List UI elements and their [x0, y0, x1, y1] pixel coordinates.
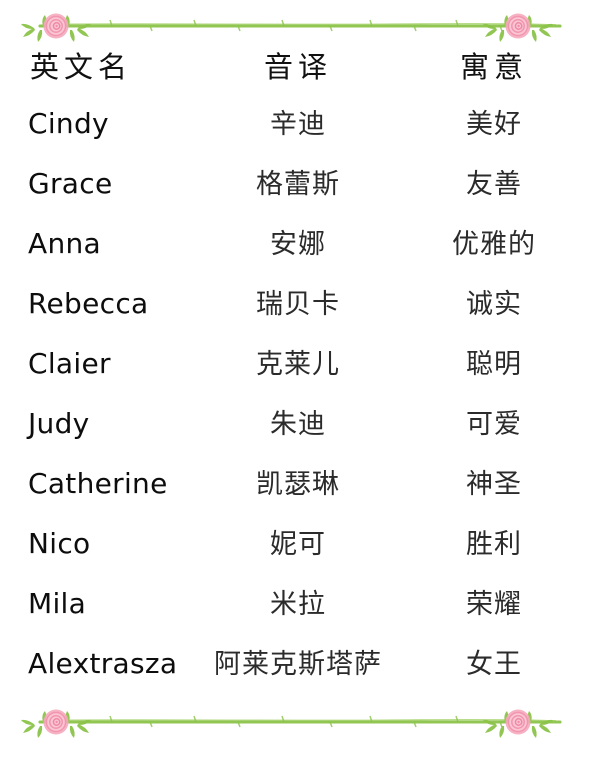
rose-ornament-right — [482, 710, 554, 739]
cell-english-name: Anna — [0, 227, 200, 260]
rose-ornament-left — [20, 14, 92, 43]
cell-transliteration: 凯瑟琳 — [200, 462, 396, 501]
cell-transliteration: 阿莱克斯塔萨 — [200, 642, 396, 681]
table-row: Mila 米拉 荣耀 — [0, 582, 600, 642]
table-row: Rebecca 瑞贝卡 诚实 — [0, 282, 600, 342]
table-row: Alextrasza 阿莱克斯塔萨 女王 — [0, 642, 600, 702]
column-header-meaning: 寓意 — [396, 44, 600, 86]
table-row: Anna 安娜 优雅的 — [0, 222, 600, 282]
cell-english-name: Alextrasza — [0, 647, 200, 680]
cell-transliteration: 克莱儿 — [200, 342, 396, 381]
cell-english-name: Catherine — [0, 467, 200, 500]
cell-transliteration: 米拉 — [200, 582, 396, 621]
column-header-transliteration: 音译 — [200, 44, 396, 86]
cell-meaning: 女王 — [396, 642, 600, 681]
cell-transliteration: 瑞贝卡 — [200, 282, 396, 321]
page: 英文名 音译 寓意 Cindy 辛迪 美好 Grace 格蕾斯 友善 Anna … — [0, 0, 600, 757]
cell-english-name: Claier — [0, 347, 200, 380]
table-header-row: 英文名 音译 寓意 — [0, 44, 600, 102]
table-row: Nico 妮可 胜利 — [0, 522, 600, 582]
cell-english-name: Judy — [0, 407, 200, 440]
names-table: 英文名 音译 寓意 Cindy 辛迪 美好 Grace 格蕾斯 友善 Anna … — [0, 44, 600, 702]
cell-meaning: 胜利 — [396, 522, 600, 561]
vine-line — [40, 20, 560, 31]
cell-meaning: 荣耀 — [396, 582, 600, 621]
cell-meaning: 友善 — [396, 162, 600, 201]
column-header-english-name: 英文名 — [0, 44, 200, 86]
table-row: Cindy 辛迪 美好 — [0, 102, 600, 162]
top-floral-divider — [0, 10, 600, 44]
table-row: Claier 克莱儿 聪明 — [0, 342, 600, 402]
cell-english-name: Cindy — [0, 107, 200, 140]
cell-transliteration: 朱迪 — [200, 402, 396, 441]
cell-english-name: Mila — [0, 587, 200, 620]
cell-english-name: Nico — [0, 527, 200, 560]
cell-transliteration: 妮可 — [200, 522, 396, 561]
cell-meaning: 神圣 — [396, 462, 600, 501]
rose-ornament-right — [482, 14, 554, 43]
vine-line — [40, 716, 560, 727]
cell-transliteration: 辛迪 — [200, 102, 396, 141]
cell-meaning: 美好 — [396, 102, 600, 141]
cell-english-name: Grace — [0, 167, 200, 200]
cell-english-name: Rebecca — [0, 287, 200, 320]
cell-meaning: 优雅的 — [396, 222, 600, 261]
table-row: Catherine 凯瑟琳 神圣 — [0, 462, 600, 522]
cell-transliteration: 安娜 — [200, 222, 396, 261]
rose-ornament-left — [20, 710, 92, 739]
cell-meaning: 可爱 — [396, 402, 600, 441]
table-row: Grace 格蕾斯 友善 — [0, 162, 600, 222]
cell-meaning: 诚实 — [396, 282, 600, 321]
cell-meaning: 聪明 — [396, 342, 600, 381]
bottom-floral-divider — [0, 706, 600, 740]
table-row: Judy 朱迪 可爱 — [0, 402, 600, 462]
cell-transliteration: 格蕾斯 — [200, 162, 396, 201]
